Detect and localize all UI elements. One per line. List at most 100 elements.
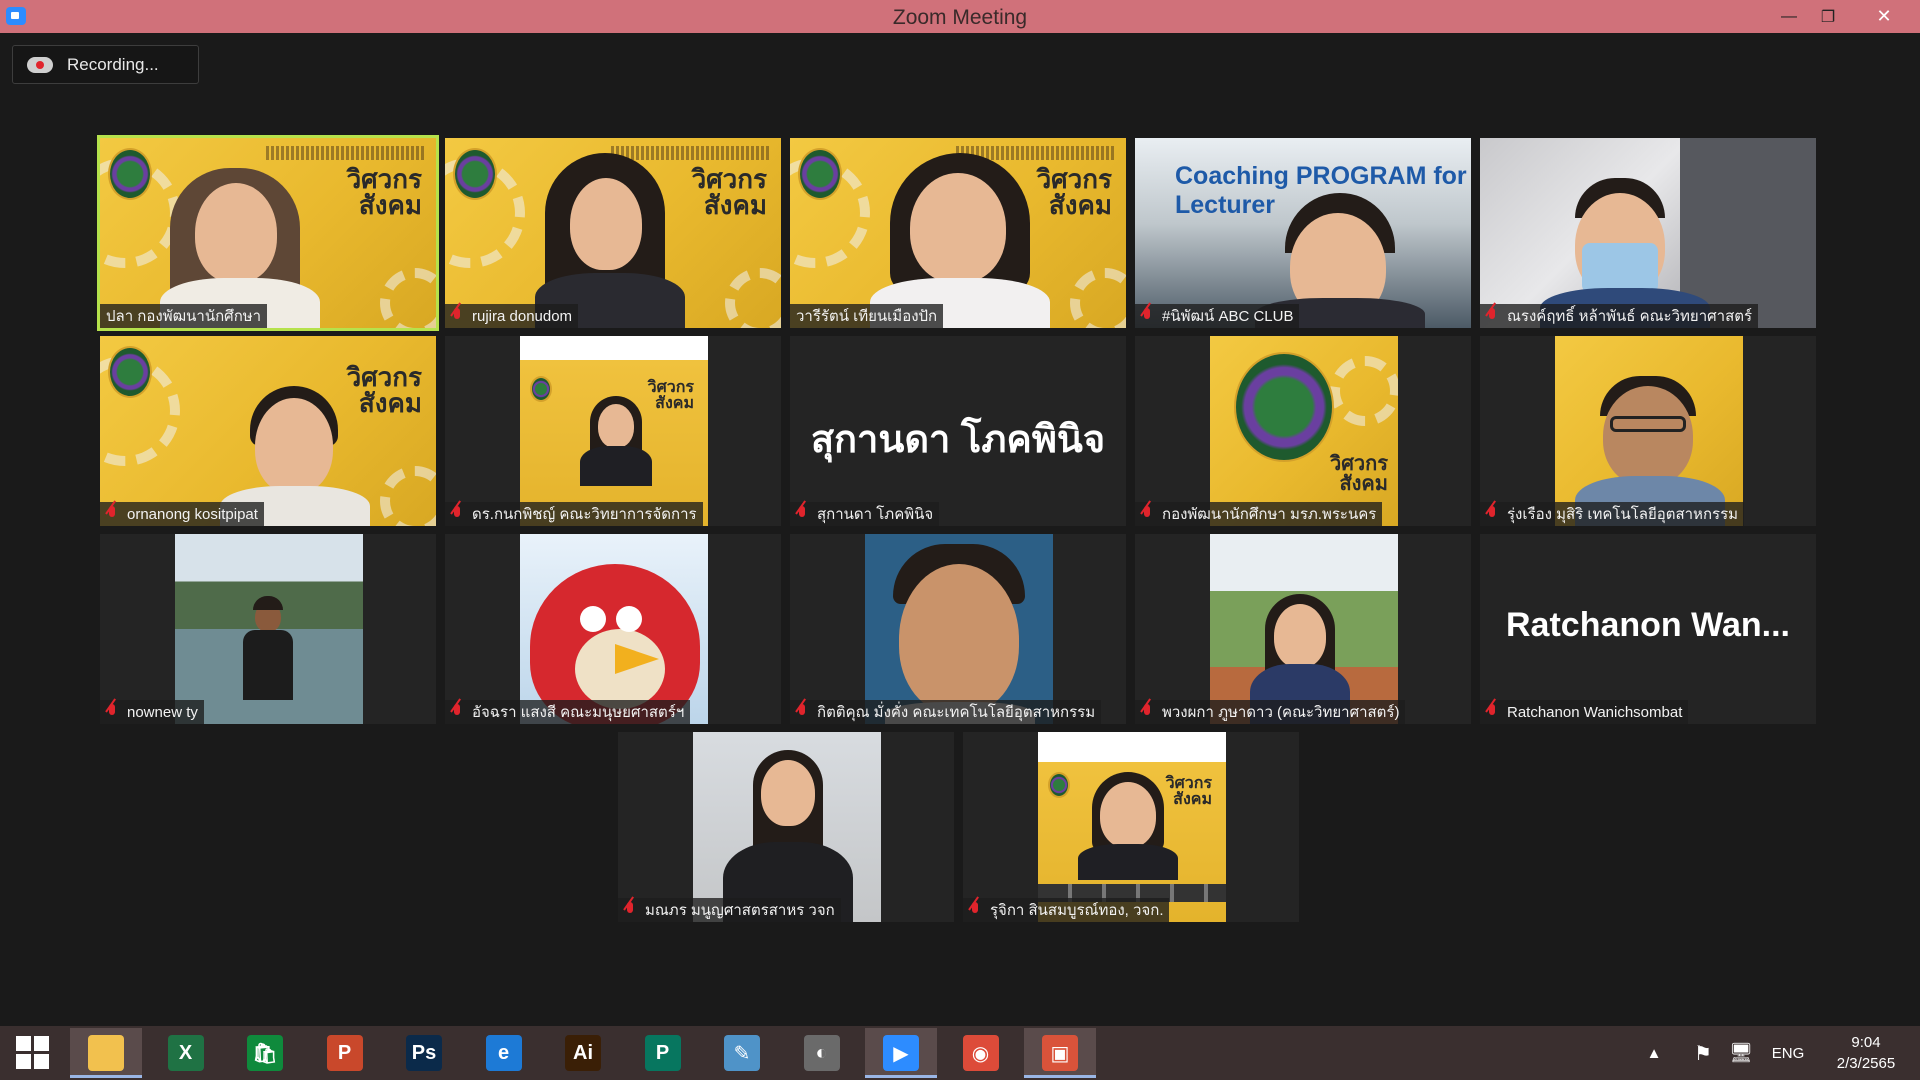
participant-name: #นิพัฒน์ ABC CLUB — [1135, 304, 1300, 328]
taskbar-photoshop-button[interactable]: Ps — [388, 1028, 460, 1078]
notepad-icon: ✎ — [724, 1035, 760, 1071]
university-seal-icon — [108, 148, 152, 200]
participant-name: กิตติคุณ มั่งคั่ง คณะเทคโนโลยีอุตสาหกรรม — [790, 700, 1102, 724]
university-seal-icon — [798, 148, 842, 200]
close-button[interactable]: ✕ — [1861, 0, 1907, 33]
participant-name: สุกานดา โภคพินิจ — [790, 502, 940, 526]
recording-indicator[interactable]: Recording... — [12, 45, 199, 84]
participant-video — [1210, 534, 1398, 724]
participant-name: พวงผกา ภูษาดาว (คณะวิทยาศาสตร์) — [1135, 700, 1406, 724]
participant-tile[interactable]: อัจฉรา แสงสี คณะมนุษยศาสตร์ฯ — [445, 534, 781, 724]
taskbar-zoom-button[interactable]: ▶ — [865, 1028, 937, 1078]
store-icon: 🛍 — [247, 1035, 283, 1071]
taskbar-photoscape-button[interactable]: ◐ — [786, 1028, 858, 1078]
participant-tile[interactable]: วิศวกร สังคม ornanong kositpipat — [100, 336, 436, 526]
participant-name: ดร.กนกพิชญ์ คณะวิทยาการจัดการ — [445, 502, 703, 526]
title-bar: Zoom Meeting — ❐ ✕ — [0, 0, 1920, 33]
participant-tile[interactable]: มณภร มนูญศาสตรสาหร วจก — [618, 732, 954, 922]
participant-tile[interactable]: วิศวกร สังคม วารีรัตน์ เทียนเมืองปัก — [790, 138, 1126, 328]
clock-date: 2/3/2565 — [1836, 1055, 1896, 1072]
file-explorer-icon — [88, 1035, 124, 1071]
muted-mic-icon — [1141, 704, 1153, 720]
taskbar-illustrator-button[interactable]: Ai — [547, 1028, 619, 1078]
participant-tile[interactable]: วิศวกร สังคม กองพัฒนานักศึกษา มรภ.พระนคร — [1135, 336, 1471, 526]
taskbar-file-explorer-button[interactable] — [70, 1028, 142, 1078]
participant-name: กองพัฒนานักศึกษา มรภ.พระนคร — [1135, 502, 1383, 526]
tray-expand-button[interactable]: ▲ — [1642, 1026, 1666, 1080]
participant-video — [175, 534, 363, 724]
participant-name: Ratchanon Wanichsombat — [1480, 700, 1689, 724]
logo-text: วิศวกร สังคม — [346, 362, 422, 418]
muted-mic-icon — [796, 506, 808, 522]
participant-video: วิศวกร สังคม — [1038, 732, 1226, 922]
participant-video — [865, 534, 1053, 724]
logo-text: วิศวกร สังคม — [691, 164, 767, 220]
taskbar-excel-button[interactable]: X — [150, 1028, 222, 1078]
photos-icon: ▣ — [1042, 1035, 1078, 1071]
taskbar-publisher-button[interactable]: P — [627, 1028, 699, 1078]
window-title: Zoom Meeting — [892, 6, 1028, 29]
participant-name: อัจฉรา แสงสี คณะมนุษยศาสตร์ฯ — [445, 700, 691, 724]
clock-time: 9:04 — [1851, 1034, 1881, 1051]
muted-mic-icon — [451, 704, 463, 720]
muted-mic-icon — [106, 506, 118, 522]
network-icon[interactable]: 🖥 — [1728, 1026, 1754, 1080]
participant-tile[interactable]: วิศวกร สังคม รุจิกา สินสมบูรณ์ทอง, วจก. — [963, 732, 1299, 922]
taskbar-store-button[interactable]: 🛍 — [229, 1028, 301, 1078]
participant-video: วิศวกร สังคม — [790, 138, 1126, 328]
windows-logo-icon — [16, 1036, 50, 1070]
participant-name: nownew ty — [100, 700, 204, 724]
participant-name: rujira donudom — [445, 304, 579, 328]
participant-video: วิศวกร สังคม — [520, 336, 708, 526]
logo-text: วิศวกร สังคม — [346, 164, 422, 220]
participant-tile[interactable]: Ratchanon Wan... Ratchanon Wanichsombat — [1480, 534, 1816, 724]
taskbar-chrome-button[interactable]: ◉ — [945, 1028, 1017, 1078]
participant-tile[interactable]: Coaching PROGRAM for Lecturer #นิพัฒน์ A… — [1135, 138, 1471, 328]
recording-label: Recording... — [67, 54, 159, 74]
muted-mic-icon — [1141, 308, 1153, 324]
participant-display-name: สุกานดา โภคพินิจ — [810, 419, 1106, 461]
participant-name: วารีรัตน์ เทียนเมืองปัก — [790, 304, 944, 328]
participant-tile[interactable]: ณรงค์ฤทธิ์ หล้าพันธ์ คณะวิทยาศาสตร์ — [1480, 138, 1816, 328]
participant-tile[interactable]: กิตติคุณ มั่งคั่ง คณะเทคโนโลยีอุตสาหกรรม — [790, 534, 1126, 724]
muted-mic-icon — [1486, 704, 1498, 720]
participant-tile[interactable]: วิศวกร สังคม rujira donudom — [445, 138, 781, 328]
muted-mic-icon — [796, 704, 808, 720]
participant-video — [520, 534, 708, 724]
muted-mic-icon — [106, 704, 118, 720]
internet-explorer-icon: e — [485, 1035, 522, 1071]
participant-video — [1480, 138, 1816, 328]
logo-text: วิศวกร สังคม — [1036, 164, 1112, 220]
language-indicator[interactable]: ENG — [1768, 1026, 1808, 1080]
participant-tile[interactable]: รุ่งเรือง มุสิริ เทคโนโลยีอุตสาหกรรม — [1480, 336, 1816, 526]
participant-tile[interactable]: วิศวกร สังคม ปลา กองพัฒนานักศึกษา — [97, 135, 439, 331]
muted-mic-icon — [451, 308, 463, 324]
muted-mic-icon — [624, 902, 636, 918]
logo-text: วิศวกร สังคม — [647, 379, 694, 412]
participant-name: รุจิกา สินสมบูรณ์ทอง, วจก. — [963, 898, 1170, 922]
participant-name: ปลา กองพัฒนานักศึกษา — [100, 304, 268, 328]
participant-video: Coaching PROGRAM for Lecturer — [1135, 138, 1471, 328]
participant-video — [1555, 336, 1743, 526]
taskbar-powerpoint-button[interactable]: P — [309, 1028, 381, 1078]
maximize-button[interactable]: ❐ — [1805, 0, 1851, 33]
participant-video: วิศวกร สังคม — [1210, 336, 1398, 526]
taskbar-clock[interactable]: 9:04 2/3/2565 — [1820, 1032, 1912, 1074]
action-center-flag-icon[interactable]: ⚑ — [1690, 1026, 1716, 1080]
muted-mic-icon — [451, 506, 463, 522]
taskbar-photos-button[interactable]: ▣ — [1024, 1028, 1096, 1078]
start-button[interactable] — [0, 1028, 66, 1078]
photoshop-icon: Ps — [406, 1035, 442, 1071]
powerpoint-icon: P — [326, 1035, 363, 1071]
participant-tile[interactable]: สุกานดา โภคพินิจ สุกานดา โภคพินิจ — [790, 336, 1126, 526]
taskbar-notepad-button[interactable]: ✎ — [706, 1028, 778, 1078]
taskbar-internet-explorer-button[interactable]: e — [468, 1028, 540, 1078]
participant-name: ณรงค์ฤทธิ์ หล้าพันธ์ คณะวิทยาศาสตร์ — [1480, 304, 1759, 328]
muted-mic-icon — [969, 902, 981, 918]
participant-tile[interactable]: วิศวกร สังคม ดร.กนกพิชญ์ คณะวิทยาการจัดกา… — [445, 336, 781, 526]
participant-video — [693, 732, 881, 922]
university-seal-icon — [1234, 352, 1334, 462]
participant-tile[interactable]: nownew ty — [100, 534, 436, 724]
participant-name: รุ่งเรือง มุสิริ เทคโนโลยีอุตสาหกรรม — [1480, 502, 1745, 526]
participant-tile[interactable]: พวงผกา ภูษาดาว (คณะวิทยาศาสตร์) — [1135, 534, 1471, 724]
